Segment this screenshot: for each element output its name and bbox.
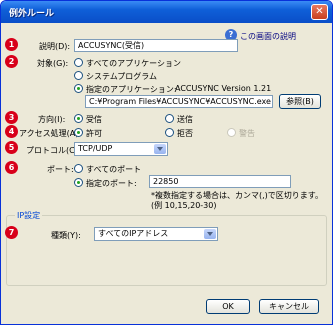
help-link[interactable]: この画面の説明 bbox=[240, 31, 296, 42]
access-label: アクセス処理(A): bbox=[19, 129, 82, 138]
port-input[interactable]: 22850 bbox=[149, 175, 291, 188]
marker-3: 3 bbox=[5, 111, 18, 124]
direction-radio-inbound[interactable] bbox=[74, 114, 83, 123]
port-radio-all[interactable] bbox=[74, 164, 83, 173]
window-title: 例外ルール bbox=[9, 9, 55, 19]
browse-button[interactable]: 参照(B) bbox=[279, 94, 321, 109]
port-label: ポート: bbox=[47, 165, 74, 174]
ip-settings-group bbox=[6, 215, 327, 286]
access-option-warn: 警告 bbox=[239, 129, 255, 138]
port-option-specified: 指定のポート: bbox=[86, 179, 137, 188]
marker-6: 6 bbox=[5, 161, 18, 174]
protocol-select[interactable]: TCP/UDP bbox=[74, 142, 168, 156]
protocol-value: TCP/UDP bbox=[78, 144, 113, 153]
access-radio-deny[interactable] bbox=[165, 128, 174, 137]
exception-rule-dialog: 例外ルール ✕ ? この画面の説明 1 説明(D): ACCUSYNC(受信) … bbox=[0, 0, 333, 325]
ip-type-label: 種類(Y): bbox=[51, 231, 81, 240]
access-option-deny: 拒否 bbox=[177, 129, 193, 138]
marker-2: 2 bbox=[5, 55, 18, 68]
description-label: 説明(D): bbox=[39, 42, 71, 51]
access-radio-allow[interactable] bbox=[74, 128, 83, 137]
target-label: 対象(G): bbox=[37, 59, 69, 68]
target-radio-all[interactable] bbox=[74, 58, 83, 67]
port-option-all: すべてのポート bbox=[86, 165, 142, 174]
access-radio-warn bbox=[227, 128, 236, 137]
target-option-all: すべてのアプリケーション bbox=[86, 59, 181, 68]
marker-1: 1 bbox=[5, 38, 18, 51]
app-path-input[interactable]: C:¥Program Files¥ACCUSYNC¥ACCUSYNC.exe bbox=[85, 95, 273, 108]
direction-radio-outbound[interactable] bbox=[165, 114, 174, 123]
ip-type-value: すべてのIPアドレス bbox=[98, 229, 169, 238]
ip-type-select[interactable]: すべてのIPアドレス bbox=[94, 227, 218, 241]
target-option-specified: 指定のアプリケーション: bbox=[86, 85, 177, 94]
port-note-2: (例 10,15,20-30) bbox=[151, 201, 217, 210]
marker-4: 4 bbox=[5, 125, 18, 138]
marker-5: 5 bbox=[5, 141, 18, 154]
close-button[interactable]: ✕ bbox=[311, 4, 328, 20]
marker-7: 7 bbox=[5, 226, 18, 239]
protocol-label: プロトコル(C): bbox=[26, 146, 81, 155]
direction-option-outbound: 送信 bbox=[177, 115, 193, 124]
ip-settings-title: IP設定 bbox=[15, 210, 43, 221]
cancel-button[interactable]: キャンセル bbox=[259, 299, 319, 314]
target-radio-system[interactable] bbox=[74, 71, 83, 80]
description-input[interactable]: ACCUSYNC(受信) bbox=[74, 39, 238, 52]
direction-label: 方向(I): bbox=[38, 115, 66, 124]
target-option-system: システムプログラム bbox=[86, 72, 158, 81]
access-option-allow: 許可 bbox=[86, 129, 102, 138]
direction-option-inbound: 受信 bbox=[86, 115, 102, 124]
title-bar: 例外ルール ✕ bbox=[1, 1, 332, 23]
app-version-text: ACCUSYNC Version 1.21 bbox=[175, 84, 272, 93]
target-radio-specified[interactable] bbox=[74, 84, 83, 93]
port-radio-specified[interactable] bbox=[74, 178, 83, 187]
chevron-down-icon bbox=[154, 144, 166, 154]
ok-button[interactable]: OK bbox=[206, 299, 250, 314]
chevron-down-icon bbox=[204, 229, 216, 239]
